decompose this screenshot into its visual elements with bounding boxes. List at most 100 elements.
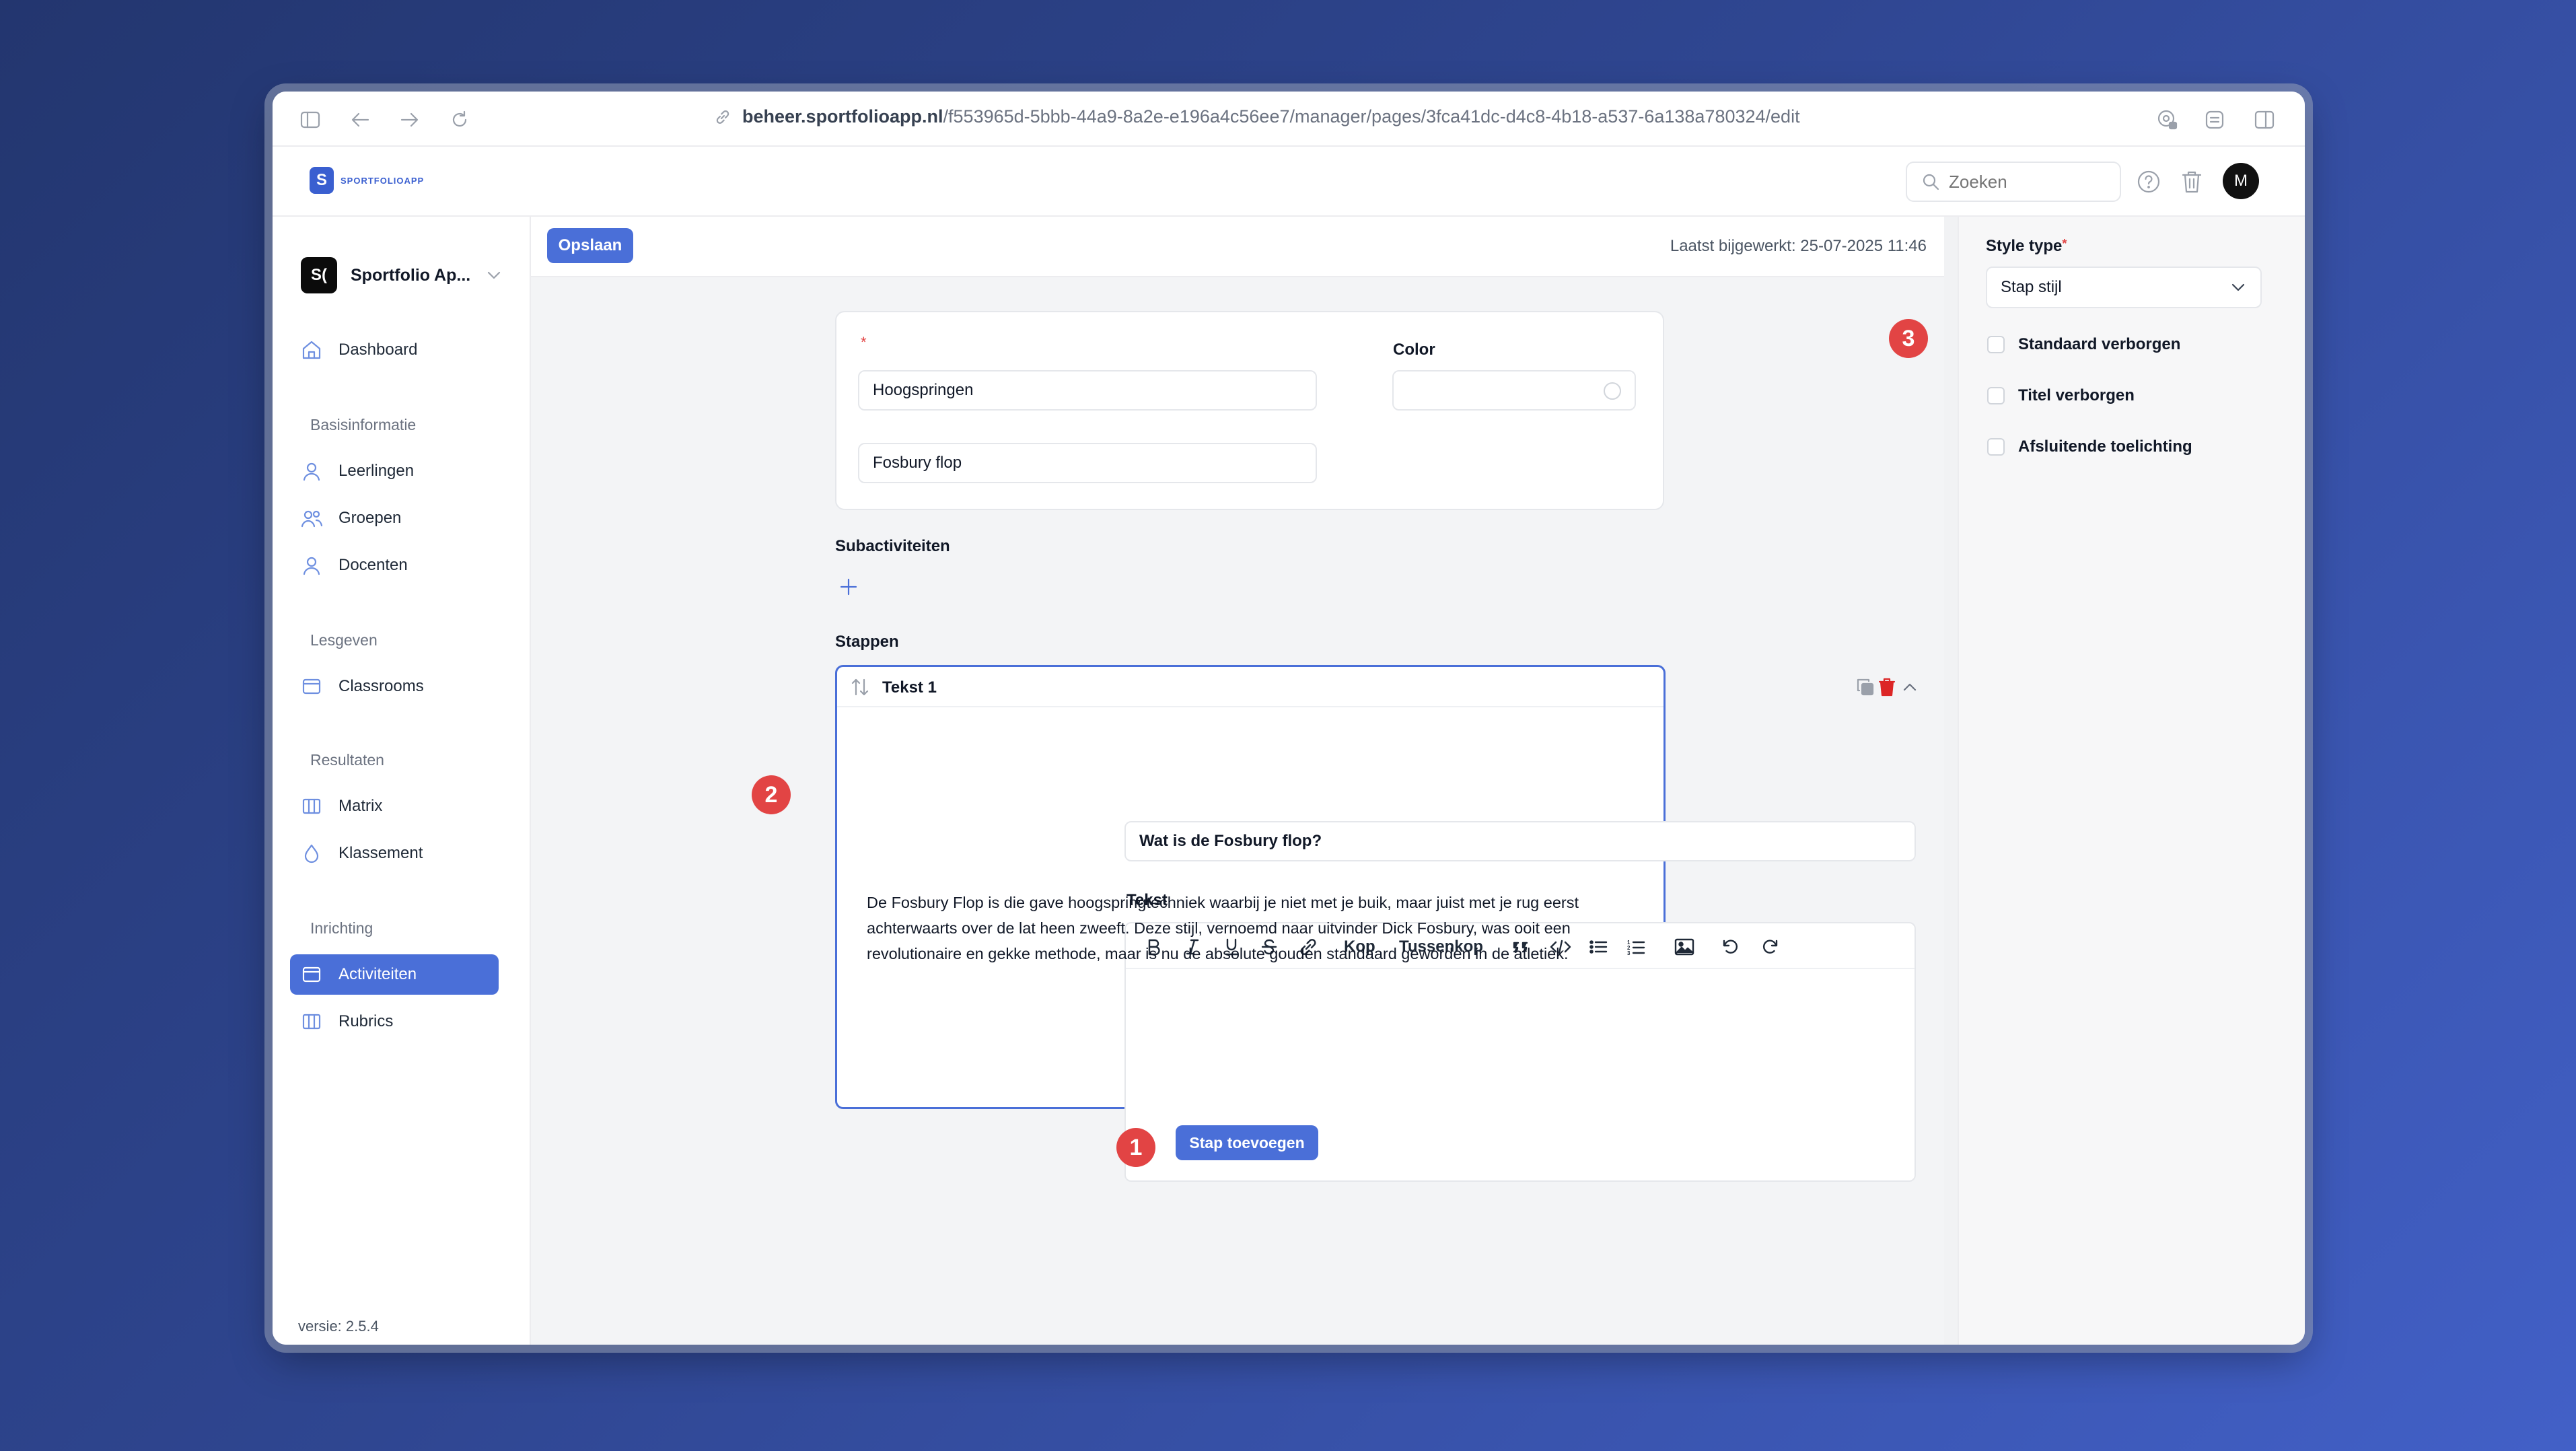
annotation-badge-3: 3 <box>1889 319 1928 358</box>
search-icon <box>1922 173 1939 190</box>
style-type-value: Stap stijl <box>2001 278 2062 296</box>
url-path: /f553965d-5bbb-44a9-8a2e-e196a4c56ee7/ma… <box>943 106 1800 127</box>
undo-icon[interactable] <box>1719 935 1742 958</box>
sidebar-item-klassement[interactable]: Klassement <box>290 833 499 874</box>
option-afsluitende-toelichting[interactable]: Afsluitende toelichting <box>1987 437 2192 456</box>
search-box[interactable] <box>1906 162 2121 202</box>
checkbox[interactable] <box>1987 438 2005 456</box>
app-version: versie: 2.5.4 <box>298 1318 379 1335</box>
workspace-name: Sportfolio Ap... <box>351 265 471 285</box>
browser-window: beheer.sportfolioapp.nl/f553965d-5bbb-44… <box>273 92 2305 1345</box>
sidebar-item-label: Dashboard <box>338 341 418 359</box>
sidebar-item-label: Docenten <box>338 556 408 574</box>
style-type-select[interactable]: Stap stijl <box>1986 267 2262 308</box>
app-header: S SPORTFOLIOAPP M <box>273 147 2305 217</box>
add-subactivity-icon[interactable] <box>836 575 861 599</box>
sidebar-item-classrooms[interactable]: Classrooms <box>290 666 499 707</box>
checkbox[interactable] <box>1987 387 2005 404</box>
password-icon[interactable] <box>2155 108 2180 132</box>
step-card-header[interactable] <box>837 667 1663 707</box>
logo-text: SPORTFOLIOAPP <box>341 175 425 186</box>
checkbox[interactable] <box>1987 336 2005 353</box>
sidebar-item-groepen[interactable]: Groepen <box>290 498 499 538</box>
section-inrichting: Inrichting <box>310 919 373 937</box>
sidebar-item-label: Leerlingen <box>338 462 415 480</box>
search-input[interactable] <box>1949 171 2097 192</box>
url-host: beheer.sportfolioapp.nl <box>742 106 943 127</box>
user-icon <box>299 459 324 483</box>
user-icon <box>299 553 324 577</box>
subactivities-label: Subactiviteiten <box>835 537 950 555</box>
option-label: Titel verborgen <box>2018 386 2135 404</box>
duplicate-icon[interactable] <box>1855 676 1875 699</box>
step-title-field[interactable]: Wat is de Fosbury flop? <box>1124 821 1916 861</box>
sidebar: S( Sportfolio Ap... Dashboard Basisinfor… <box>273 217 531 1345</box>
sidebar-item-activiteiten[interactable]: Activiteiten <box>290 954 499 995</box>
user-avatar[interactable]: M <box>2223 163 2259 199</box>
link-icon <box>714 108 731 126</box>
required-mark: * <box>861 334 867 351</box>
color-label: Color <box>1393 341 1435 359</box>
option-label: Standaard verborgen <box>2018 335 2181 353</box>
logo-mark-icon: S <box>310 167 334 194</box>
trash-icon[interactable] <box>2178 168 2205 195</box>
reorder-icon[interactable] <box>849 676 871 699</box>
sidebar-item-label: Classrooms <box>338 677 424 695</box>
split-view-icon[interactable] <box>2252 108 2277 132</box>
option-standaard-verborgen[interactable]: Standaard verborgen <box>1987 335 2180 354</box>
delete-step-icon[interactable] <box>1877 676 1897 699</box>
workspace-switcher[interactable]: S( Sportfolio Ap... <box>301 257 501 293</box>
users-icon <box>299 506 324 530</box>
sidebar-item-docenten[interactable]: Docenten <box>290 545 499 586</box>
sidebar-toggle-icon[interactable] <box>299 109 321 131</box>
sidebar-item-label: Matrix <box>338 797 383 815</box>
option-titel-verborgen[interactable]: Titel verborgen <box>1987 386 2135 405</box>
help-icon[interactable] <box>2135 168 2162 195</box>
section-resultaten: Resultaten <box>310 751 384 769</box>
drop-icon <box>299 841 324 865</box>
back-icon[interactable] <box>349 109 371 131</box>
add-step-button[interactable]: Stap toevoegen <box>1176 1125 1318 1160</box>
image-icon[interactable] <box>1672 935 1696 958</box>
home-icon <box>299 338 324 362</box>
activity-icon <box>299 962 324 987</box>
step-name: Tekst 1 <box>882 678 937 697</box>
annotation-badge-1: 1 <box>1116 1128 1155 1167</box>
annotation-badge-2: 2 <box>752 775 791 814</box>
sidebar-item-rubrics[interactable]: Rubrics <box>290 1001 499 1042</box>
forward-icon[interactable] <box>399 109 421 131</box>
sidebar-item-label: Activiteiten <box>338 965 417 983</box>
sidebar-item-leerlingen[interactable]: Leerlingen <box>290 451 499 491</box>
address-bar[interactable]: beheer.sportfolioapp.nl/f553965d-5bbb-44… <box>714 106 1800 127</box>
extension-icon[interactable] <box>2203 108 2227 132</box>
activity-title-field[interactable]: Hoogspringen <box>858 370 1317 411</box>
chevron-down-icon <box>2231 283 2246 292</box>
last-updated: Laatst bijgewerkt: 25-07-2025 11:46 <box>1670 237 1927 255</box>
color-field[interactable] <box>1392 370 1636 411</box>
workspace-avatar: S( <box>301 257 337 293</box>
activity-subtitle-field[interactable]: Fosbury flop <box>858 443 1317 483</box>
sidebar-item-label: Groepen <box>338 509 402 527</box>
browser-toolbar: beheer.sportfolioapp.nl/f553965d-5bbb-44… <box>273 92 2305 147</box>
style-type-label: Style type* <box>1986 237 2067 255</box>
sidebar-item-label: Klassement <box>338 844 423 862</box>
columns-icon <box>299 1010 324 1034</box>
editor-topbar: Opslaan Laatst bijgewerkt: 25-07-2025 11… <box>531 217 1944 277</box>
sidebar-item-matrix[interactable]: Matrix <box>290 786 499 826</box>
sidebar-item-dashboard[interactable]: Dashboard <box>290 330 499 370</box>
reload-icon[interactable] <box>449 109 470 131</box>
section-basisinformatie: Basisinformatie <box>310 416 417 433</box>
columns-icon <box>299 794 324 818</box>
steps-label: Stappen <box>835 633 899 651</box>
redo-icon[interactable] <box>1758 935 1781 958</box>
color-swatch-icon[interactable] <box>1604 382 1621 400</box>
sidebar-item-label: Rubrics <box>338 1012 394 1030</box>
chevron-down-icon <box>487 271 501 280</box>
section-lesgeven: Lesgeven <box>310 631 378 649</box>
save-button[interactable]: Opslaan <box>547 228 633 263</box>
classroom-icon <box>299 674 324 699</box>
option-label: Afsluitende toelichting <box>2018 437 2192 456</box>
chevron-up-icon[interactable] <box>1900 676 1920 699</box>
app-logo[interactable]: S SPORTFOLIOAPP <box>310 167 424 194</box>
step-body-text[interactable]: De Fosbury Flop is die gave hoogspringte… <box>867 890 1647 966</box>
